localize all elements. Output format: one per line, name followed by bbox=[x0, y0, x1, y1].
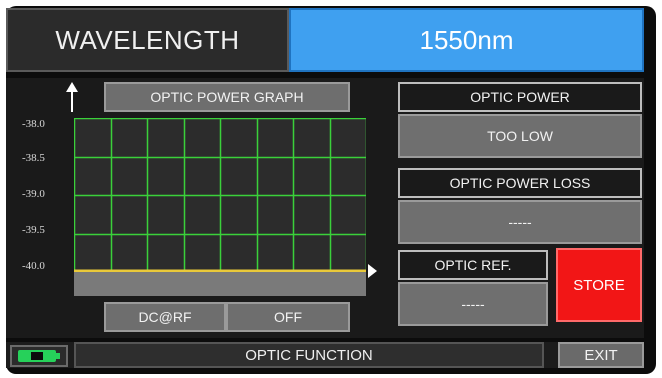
optic-ref-value: ----- bbox=[398, 282, 548, 326]
optic-power-value: TOO LOW bbox=[398, 114, 642, 158]
optic-power-loss-label: OPTIC POWER LOSS bbox=[398, 168, 642, 198]
battery-icon bbox=[10, 345, 68, 367]
y-tick-label: -40.0 bbox=[22, 260, 45, 272]
optic-ref-label: OPTIC REF. bbox=[398, 250, 548, 280]
store-button[interactable]: STORE bbox=[556, 248, 642, 322]
x-axis-arrow-icon bbox=[368, 264, 377, 278]
exit-button[interactable]: EXIT bbox=[558, 342, 644, 368]
y-axis-line bbox=[71, 92, 73, 112]
optic-power-plot bbox=[74, 118, 366, 272]
optic-power-loss-value: ----- bbox=[398, 200, 642, 244]
dc-rf-off-button[interactable]: OFF bbox=[226, 302, 350, 332]
dc-rf-label: DC@RF bbox=[104, 302, 226, 332]
y-tick-label: -39.5 bbox=[22, 224, 45, 236]
y-axis-arrow-icon bbox=[66, 82, 78, 92]
optic-power-graph-title: OPTIC POWER GRAPH bbox=[104, 82, 350, 112]
plot-baseline-band bbox=[74, 272, 366, 296]
y-tick-label: -38.5 bbox=[22, 152, 45, 164]
battery-glyph-icon bbox=[18, 350, 60, 362]
plot-svg bbox=[74, 118, 366, 272]
optic-power-label: OPTIC POWER bbox=[398, 82, 642, 112]
wavelength-value-button[interactable]: 1550nm bbox=[289, 8, 644, 72]
function-title: OPTIC FUNCTION bbox=[74, 342, 544, 368]
wavelength-label: WAVELENGTH bbox=[6, 8, 289, 72]
y-tick-label: -38.0 bbox=[22, 118, 45, 130]
y-tick-label: -39.0 bbox=[22, 188, 45, 200]
